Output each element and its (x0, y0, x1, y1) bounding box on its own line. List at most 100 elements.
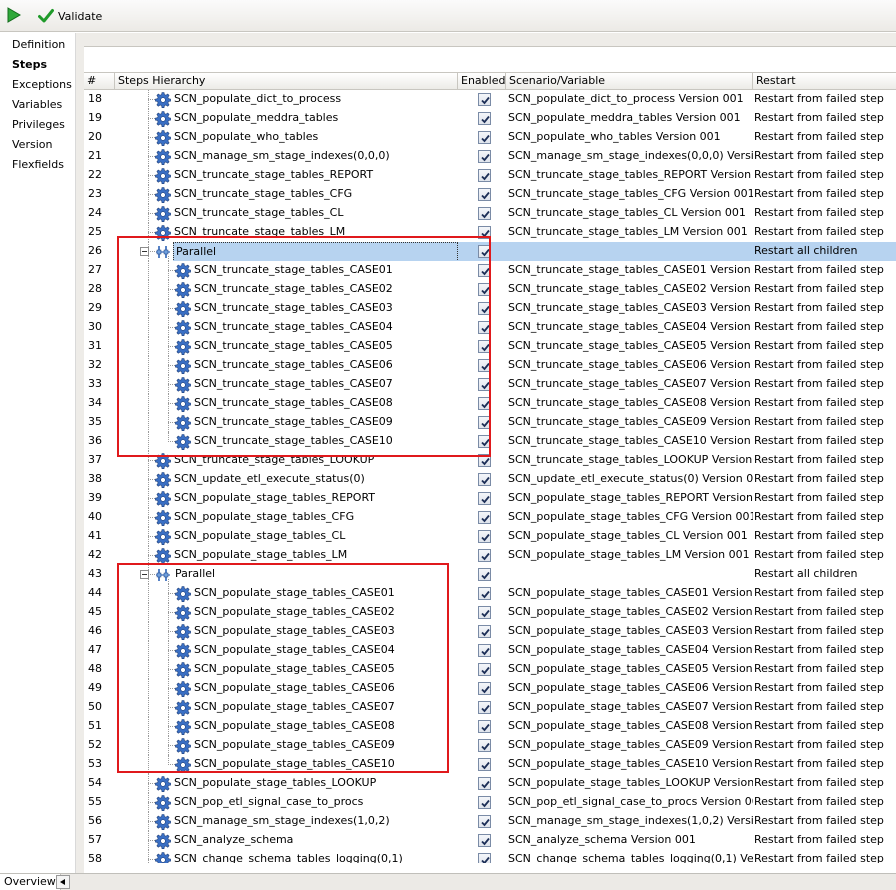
enabled-checkbox[interactable] (478, 606, 491, 619)
enabled-checkbox[interactable] (478, 435, 491, 448)
restart-cell[interactable]: Restart from failed step (753, 185, 896, 204)
restart-cell[interactable]: Restart from failed step (753, 90, 896, 109)
restart-cell[interactable]: Restart from failed step (753, 755, 896, 774)
table-row[interactable]: 47 SCN_populate_stage_tables_CASE04 SCN_po… (84, 641, 896, 660)
enabled-checkbox[interactable] (478, 93, 491, 106)
step-hierarchy-cell[interactable]: SCN_populate_stage_tables_CASE04 (115, 641, 458, 660)
restart-cell[interactable]: Restart from failed step (753, 337, 896, 356)
table-row[interactable]: 29 SCN_truncate_stage_tables_CASE03 SCN_tr… (84, 299, 896, 318)
enabled-checkbox[interactable] (478, 530, 491, 543)
table-row[interactable]: 33 SCN_truncate_stage_tables_CASE07 SCN_tr… (84, 375, 896, 394)
scroll-left-arrow-icon[interactable] (56, 875, 70, 889)
restart-cell[interactable]: Restart from failed step (753, 603, 896, 622)
step-hierarchy-cell[interactable]: SCN_truncate_stage_tables_CASE07 (115, 375, 458, 394)
enabled-checkbox[interactable] (478, 378, 491, 391)
restart-cell[interactable]: Restart all children (753, 565, 896, 584)
step-hierarchy-cell[interactable]: SCN_update_etl_execute_status(0) (115, 470, 458, 489)
overview-tab[interactable]: Overview (0, 874, 61, 890)
restart-cell[interactable]: Restart from failed step (753, 223, 896, 242)
table-row[interactable]: 42 SCN_populate_stage_tables_LM SCN_popula… (84, 546, 896, 565)
enabled-checkbox[interactable] (478, 853, 491, 863)
step-hierarchy-cell[interactable]: SCN_truncate_stage_tables_LM (115, 223, 458, 242)
restart-cell[interactable]: Restart from failed step (753, 508, 896, 527)
step-hierarchy-cell[interactable]: SCN_populate_stage_tables_REPORT (115, 489, 458, 508)
enabled-checkbox[interactable] (478, 150, 491, 163)
step-hierarchy-cell[interactable]: SCN_truncate_stage_tables_LOOKUP (115, 451, 458, 470)
restart-cell[interactable]: Restart from failed step (753, 812, 896, 831)
step-hierarchy-cell[interactable]: SCN_populate_stage_tables_CASE09 (115, 736, 458, 755)
step-hierarchy-cell[interactable]: SCN_populate_stage_tables_CASE08 (115, 717, 458, 736)
table-row[interactable]: 44 SCN_populate_stage_tables_CASE01 SCN_po… (84, 584, 896, 603)
enabled-checkbox[interactable] (478, 739, 491, 752)
enabled-checkbox[interactable] (478, 701, 491, 714)
table-row[interactable]: 21 SCN_manage_sm_stage_indexes(0,0,0) SCN_… (84, 147, 896, 166)
enabled-checkbox[interactable] (478, 834, 491, 847)
table-row[interactable]: 24 SCN_truncate_stage_tables_CL SCN_trunca… (84, 204, 896, 223)
restart-cell[interactable]: Restart from failed step (753, 527, 896, 546)
restart-cell[interactable]: Restart from failed step (753, 128, 896, 147)
step-hierarchy-cell[interactable]: SCN_truncate_stage_tables_REPORT (115, 166, 458, 185)
enabled-checkbox[interactable] (478, 226, 491, 239)
step-hierarchy-cell[interactable]: SCN_populate_stage_tables_CASE06 (115, 679, 458, 698)
step-hierarchy-cell[interactable]: SCN_populate_stage_tables_LOOKUP (115, 774, 458, 793)
step-hierarchy-cell[interactable]: SCN_populate_stage_tables_CASE10 (115, 755, 458, 774)
table-row[interactable]: 34 SCN_truncate_stage_tables_CASE08 SCN_tr… (84, 394, 896, 413)
step-hierarchy-cell[interactable]: SCN_truncate_stage_tables_CASE01 (115, 261, 458, 280)
restart-cell[interactable]: Restart from failed step (753, 774, 896, 793)
table-row[interactable]: 38 SCN_update_etl_execute_status(0) SCN_up… (84, 470, 896, 489)
restart-cell[interactable]: Restart from failed step (753, 717, 896, 736)
enabled-checkbox[interactable] (478, 492, 491, 505)
enabled-checkbox[interactable] (478, 245, 491, 258)
restart-cell[interactable]: Restart from failed step (753, 356, 896, 375)
table-row[interactable]: 45 SCN_populate_stage_tables_CASE02 SCN_po… (84, 603, 896, 622)
column-header-enabled[interactable]: Enabled (458, 73, 506, 90)
sidebar-item-variables[interactable]: Variables (12, 98, 62, 111)
table-row[interactable]: 58 SCN_change_schema_tables_logging(0,1) S… (84, 850, 896, 863)
enabled-checkbox[interactable] (478, 663, 491, 676)
step-hierarchy-cell[interactable]: SCN_manage_sm_stage_indexes(0,0,0) (115, 147, 458, 166)
collapse-toggle-icon[interactable] (140, 247, 149, 256)
enabled-checkbox[interactable] (478, 454, 491, 467)
table-row[interactable]: 32 SCN_truncate_stage_tables_CASE06 SCN_tr… (84, 356, 896, 375)
restart-cell[interactable]: Restart from failed step (753, 660, 896, 679)
table-row[interactable]: 40 SCN_populate_stage_tables_CFG SCN_popul… (84, 508, 896, 527)
table-row[interactable]: 27 SCN_truncate_stage_tables_CASE01 SCN_tr… (84, 261, 896, 280)
column-header-restart[interactable]: Restart (753, 73, 896, 90)
step-hierarchy-cell[interactable]: SCN_truncate_stage_tables_CL (115, 204, 458, 223)
table-row[interactable]: 49 SCN_populate_stage_tables_CASE06 SCN_po… (84, 679, 896, 698)
restart-cell[interactable]: Restart from failed step (753, 375, 896, 394)
step-hierarchy-cell[interactable]: SCN_truncate_stage_tables_CASE05 (115, 337, 458, 356)
enabled-checkbox[interactable] (478, 283, 491, 296)
sidebar-item-exceptions[interactable]: Exceptions (12, 78, 72, 91)
validate-button[interactable]: Validate (38, 6, 102, 26)
enabled-checkbox[interactable] (478, 321, 491, 334)
restart-cell[interactable]: Restart from failed step (753, 698, 896, 717)
table-row[interactable]: 25 SCN_truncate_stage_tables_LM SCN_trunca… (84, 223, 896, 242)
step-hierarchy-cell[interactable]: SCN_truncate_stage_tables_CASE03 (115, 299, 458, 318)
table-row[interactable]: 30 SCN_truncate_stage_tables_CASE04 SCN_tr… (84, 318, 896, 337)
restart-cell[interactable]: Restart from failed step (753, 584, 896, 603)
table-row[interactable]: 36 SCN_truncate_stage_tables_CASE10 SCN_tr… (84, 432, 896, 451)
restart-cell[interactable]: Restart from failed step (753, 831, 896, 850)
step-hierarchy-cell[interactable]: SCN_populate_stage_tables_LM (115, 546, 458, 565)
step-hierarchy-cell[interactable]: SCN_populate_meddra_tables (115, 109, 458, 128)
table-row[interactable]: 56 SCN_manage_sm_stage_indexes(1,0,2) SCN_… (84, 812, 896, 831)
step-hierarchy-cell[interactable]: SCN_truncate_stage_tables_CASE09 (115, 413, 458, 432)
restart-cell[interactable]: Restart from failed step (753, 261, 896, 280)
table-row[interactable]: 22 SCN_truncate_stage_tables_REPORT SCN_tr… (84, 166, 896, 185)
table-row[interactable]: 35 SCN_truncate_stage_tables_CASE09 SCN_tr… (84, 413, 896, 432)
table-row[interactable]: 48 SCN_populate_stage_tables_CASE05 SCN_po… (84, 660, 896, 679)
restart-cell[interactable]: Restart from failed step (753, 451, 896, 470)
restart-cell[interactable]: Restart from failed step (753, 641, 896, 660)
table-row[interactable]: 26 Parallel Restart all children (84, 242, 896, 261)
table-row[interactable]: 53 SCN_populate_stage_tables_CASE10 SCN_po… (84, 755, 896, 774)
step-hierarchy-cell[interactable]: SCN_populate_dict_to_process (115, 90, 458, 109)
enabled-checkbox[interactable] (478, 359, 491, 372)
enabled-checkbox[interactable] (478, 587, 491, 600)
restart-cell[interactable]: Restart from failed step (753, 489, 896, 508)
restart-cell[interactable]: Restart from failed step (753, 470, 896, 489)
step-hierarchy-cell[interactable]: SCN_truncate_stage_tables_CASE08 (115, 394, 458, 413)
table-row[interactable]: 57 SCN_analyze_schema SCN_analyze_schema V… (84, 831, 896, 850)
enabled-checkbox[interactable] (478, 112, 491, 125)
step-hierarchy-cell[interactable]: SCN_populate_stage_tables_CASE02 (115, 603, 458, 622)
